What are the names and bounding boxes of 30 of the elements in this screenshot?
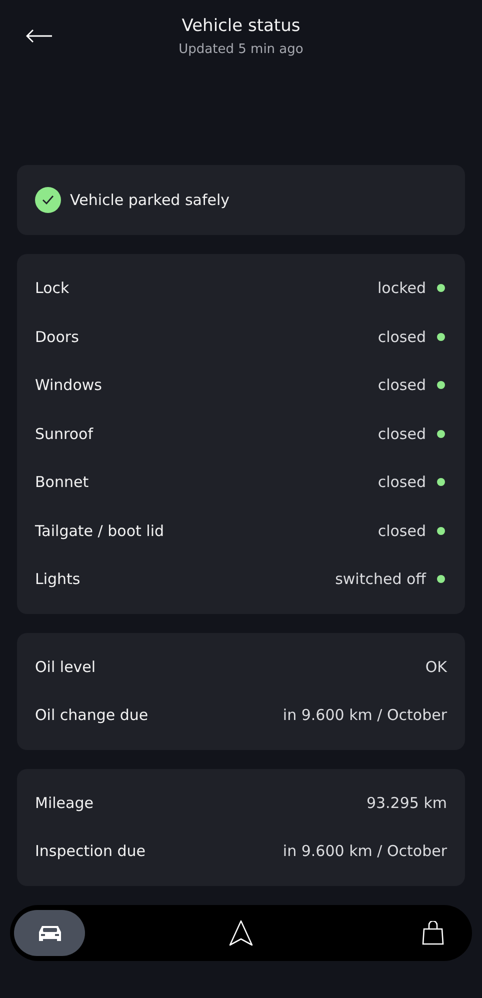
shopping-bag-icon [420, 920, 444, 944]
status-label: Lights [35, 570, 82, 588]
car-icon [36, 924, 62, 942]
nav-tab[interactable] [14, 910, 85, 956]
status-value: OK [425, 658, 447, 676]
status-value: in 9.600 km / October [282, 706, 447, 724]
status-value: in 9.600 km / October [282, 842, 447, 860]
status-value: switched off [335, 570, 426, 588]
status-value: closed [378, 424, 426, 443]
status-value: 93.295 km [366, 794, 447, 812]
back-button[interactable] [25, 29, 53, 43]
status-value: closed [378, 328, 426, 346]
status-value: closed [378, 376, 426, 394]
status-label: Sunroof [35, 424, 94, 443]
status-label: Lock [35, 279, 70, 298]
status-value: closed [378, 473, 426, 492]
navigation-arrow-icon [228, 920, 254, 946]
status-value: locked [378, 279, 426, 298]
status-label: Mileage [35, 794, 94, 812]
update-time: Updated 5 min ago [178, 41, 304, 59]
status-label: Windows [35, 376, 103, 394]
status-label: Bonnet [35, 473, 90, 492]
screen-title: Vehicle status [182, 15, 300, 37]
status-label: Tailgate / boot lid [35, 522, 166, 540]
status-value: closed [378, 522, 426, 540]
status-text: Vehicle parked safely [70, 191, 230, 209]
status-label: Inspection due [35, 842, 147, 860]
status-label: Oil level [35, 658, 97, 676]
status-label: Oil change due [35, 706, 150, 724]
status-label: Doors [35, 328, 80, 346]
